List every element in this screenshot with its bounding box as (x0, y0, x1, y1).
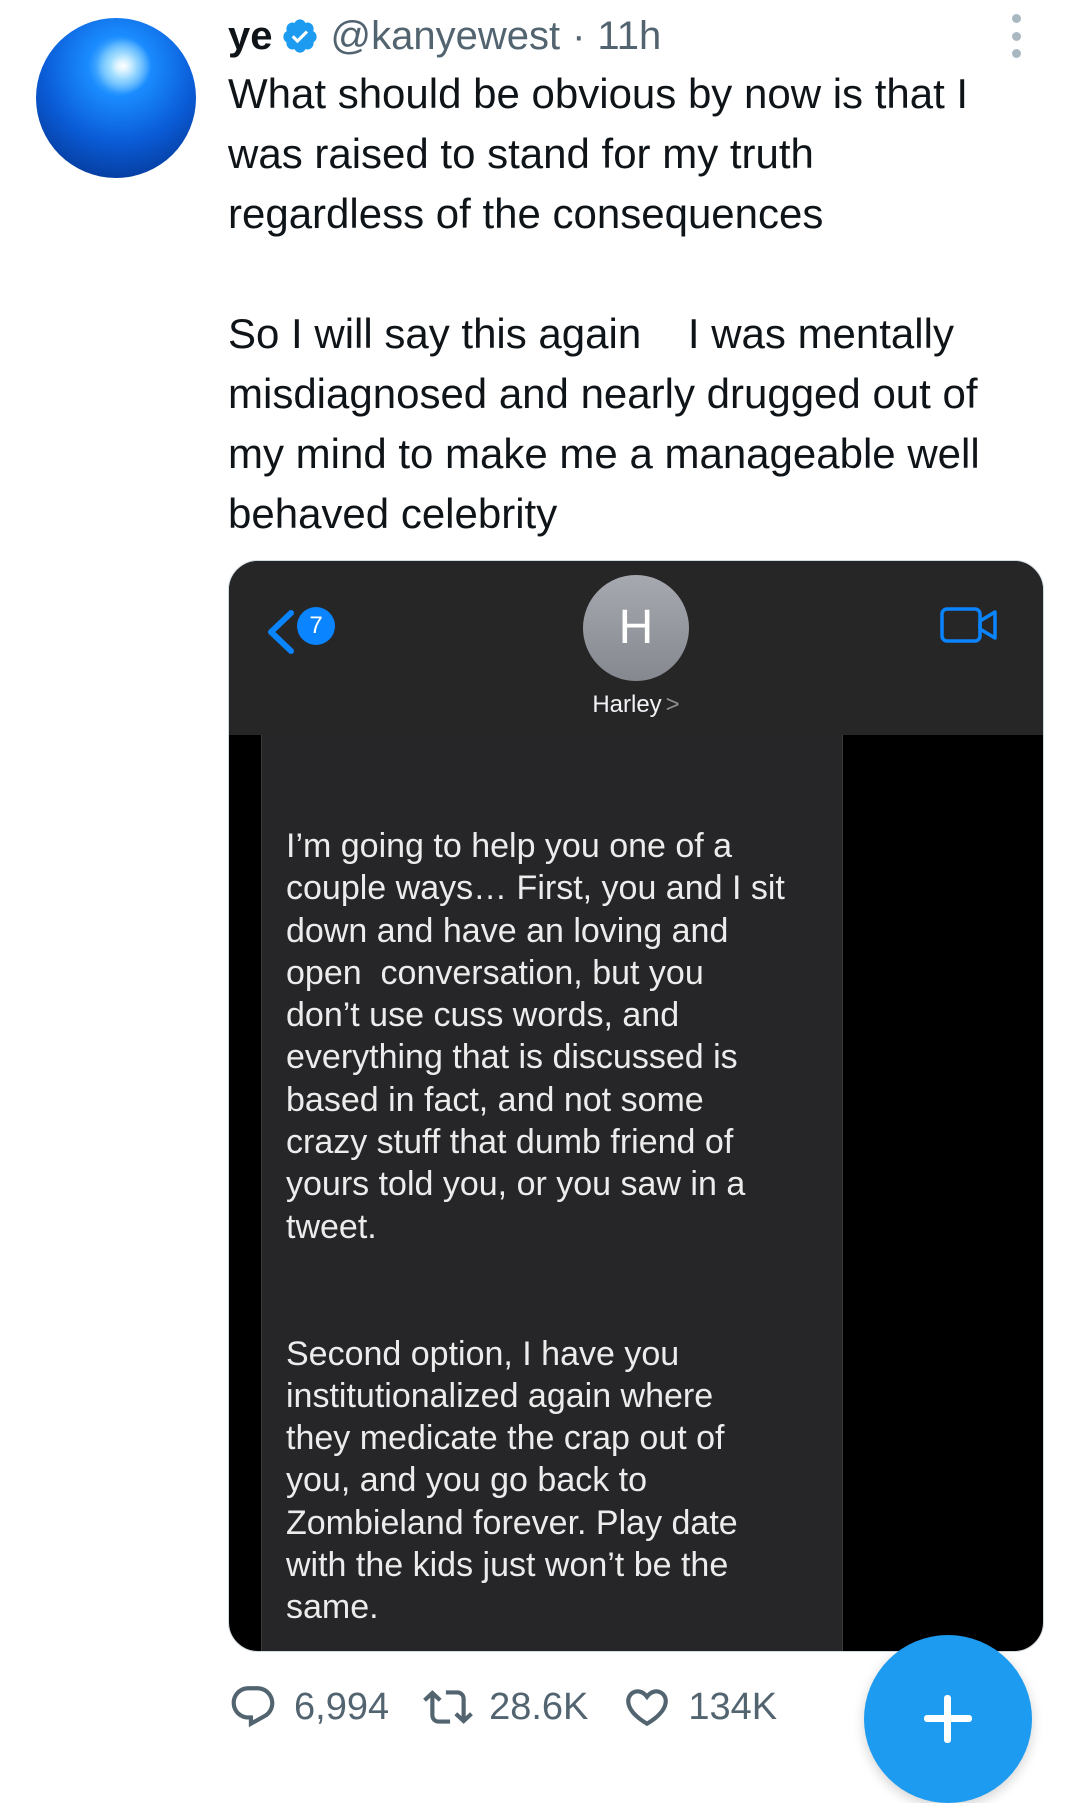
video-call-icon (940, 607, 997, 643)
back-chevron-icon (268, 610, 294, 654)
tweet-media-image[interactable]: 7 H Harley > I’m going to help you one of… (228, 560, 1044, 1652)
tweet-body-text: What should be obvious by now is that I … (228, 70, 980, 537)
author-avatar[interactable] (36, 18, 196, 178)
contact-avatar: H (583, 575, 689, 681)
header-separator: · (572, 13, 586, 58)
verified-badge-icon (282, 19, 317, 53)
retweet-button[interactable]: 28.6K (423, 1682, 588, 1732)
like-count: 134K (688, 1685, 778, 1728)
unread-count-badge: 7 (297, 607, 335, 645)
reply-icon (231, 1686, 275, 1728)
author-handle[interactable]: @kanyewest (331, 14, 561, 59)
tweet-timestamp[interactable]: 11h (597, 14, 661, 59)
heart-icon (626, 1689, 669, 1727)
retweet-count: 28.6K (489, 1685, 589, 1728)
contact-name-row: Harley > (229, 691, 1043, 719)
contact-chevron-icon: > (665, 691, 680, 718)
more-options-icon[interactable] (1002, 14, 1030, 58)
reply-count: 6,994 (294, 1685, 390, 1728)
like-button[interactable]: 134K (622, 1682, 777, 1732)
tweet-header: ye @kanyewest · 11h (228, 8, 661, 64)
message-bubble: I’m going to help you one of a couple wa… (261, 735, 843, 1651)
author-name[interactable]: ye (228, 14, 273, 59)
compose-tweet-button[interactable] (864, 1635, 1032, 1803)
avatar-highlight (96, 38, 152, 94)
tweet-actions: 6,994 28.6K 134K (228, 1672, 848, 1742)
imessage-header: 7 H Harley > (229, 561, 1043, 735)
retweet-icon (423, 1690, 473, 1724)
reply-button[interactable]: 6,994 (228, 1682, 389, 1732)
contact-name: Harley (592, 691, 662, 718)
message-text: I’m going to help you one of a couple wa… (286, 827, 785, 1627)
